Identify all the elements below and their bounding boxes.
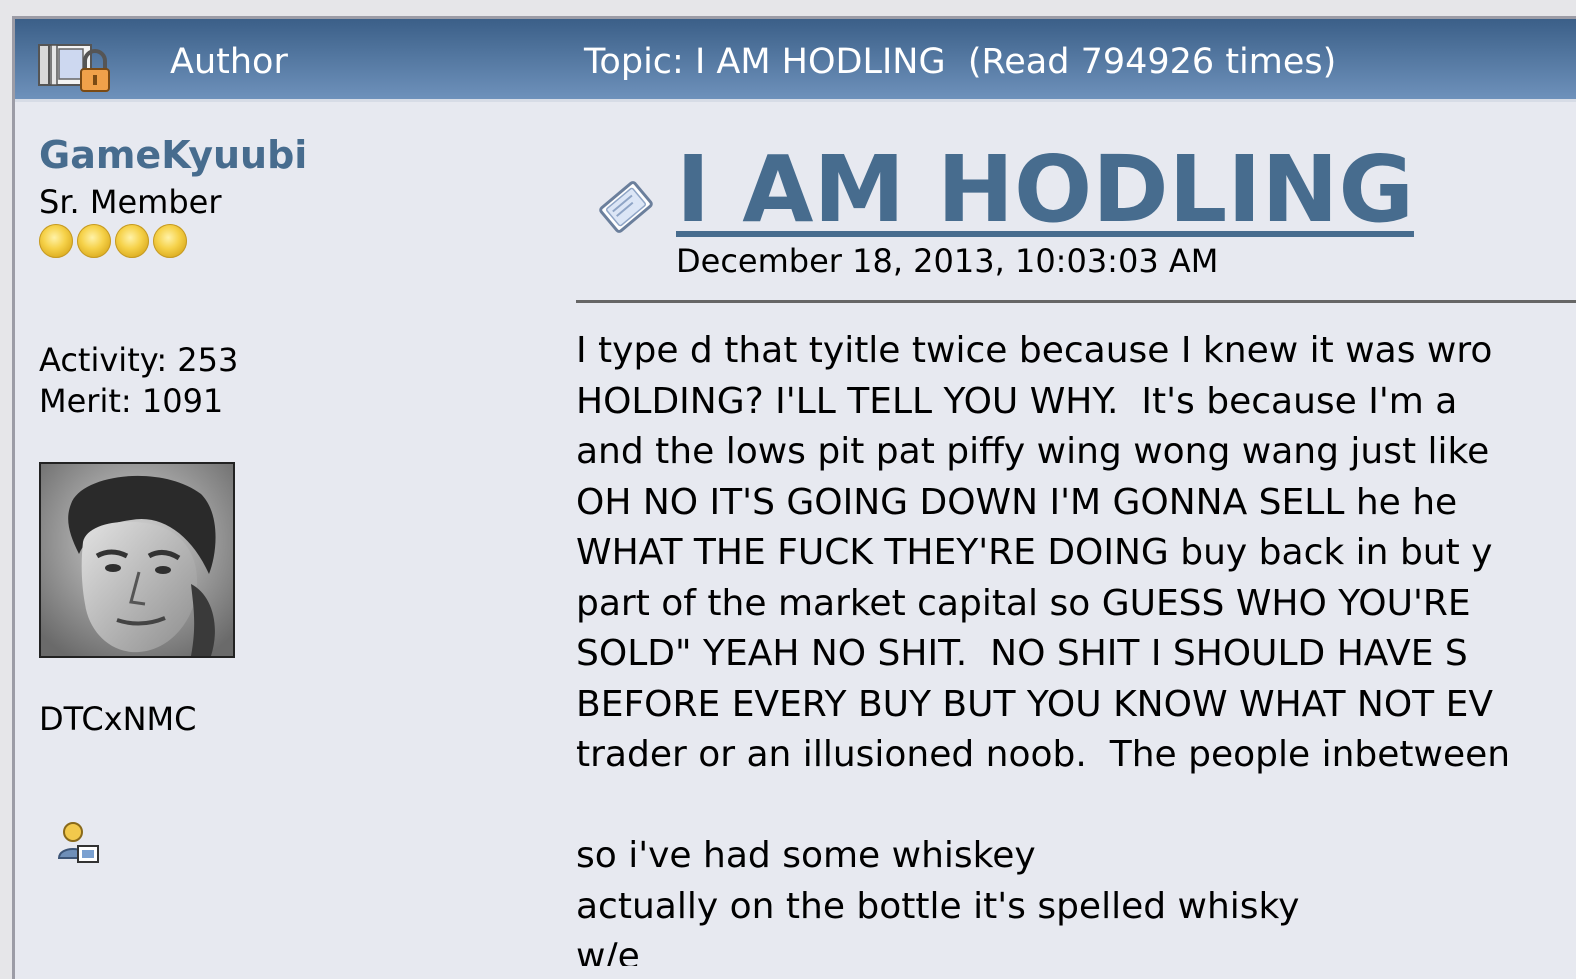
star-icon <box>39 224 73 258</box>
locked-topic-icon <box>38 44 110 92</box>
activity-stat: Activity: 253 <box>39 341 239 379</box>
post-line: part of the market capital so GUESS WHO … <box>576 582 1471 624</box>
poster-rank: Sr. Member <box>39 183 222 221</box>
star-icon <box>115 224 149 258</box>
poster-info: GameKyuubi Sr. Member Activity: 253 Meri… <box>39 130 539 863</box>
post-line: I type d that tyitle twice because I kne… <box>576 330 1493 371</box>
post-line: OH NO IT'S GOING DOWN I'M GONNA SELL he … <box>576 481 1458 523</box>
topic-title: Topic: I AM HODLING (Read 794926 times) <box>584 42 1337 82</box>
author-column-label: Author <box>170 42 288 82</box>
post-date: December 18, 2013, 10:03:03 AM <box>676 242 1219 280</box>
post-line: SOLD" YEAH NO SHIT. NO SHIT I SHOULD HAV… <box>576 633 1468 674</box>
avatar-image <box>41 464 233 656</box>
post-line: and the lows pit pat piffy wing wong wan… <box>576 431 1490 472</box>
post-line: w/e <box>576 936 640 966</box>
post-line: BEFORE EVERY BUY BUT YOU KNOW WHAT NOT E… <box>576 683 1493 725</box>
post-body: I type d that tyitle twice because I kne… <box>576 326 1576 966</box>
post-title-link[interactable]: I AM HODLING <box>676 138 1414 242</box>
star-icon <box>153 224 187 258</box>
merit-stat: Merit: 1091 <box>39 382 224 420</box>
post-line-blank <box>576 781 1576 832</box>
post-line: so i've had some whiskey <box>576 835 1036 876</box>
poster-stats: Activity: 253 Merit: 1091 <box>39 340 238 422</box>
post-divider <box>576 300 1576 303</box>
post-message-icon <box>599 181 653 233</box>
poster-personal-text: DTCxNMC <box>39 700 197 738</box>
topic-header-bar: Author Topic: I AM HODLING (Read 794926 … <box>15 19 1576 102</box>
poster-username-link[interactable]: GameKyuubi <box>39 130 539 180</box>
user-avatar <box>39 462 235 658</box>
post-line: HOLDING? I'LL TELL YOU WHY. It's because… <box>576 380 1458 422</box>
post-line: actually on the bottle it's spelled whis… <box>576 885 1300 927</box>
post-line: WHAT THE FUCK THEY'RE DOING buy back in … <box>576 532 1493 573</box>
post-line: trader or an illusioned noob. The people… <box>576 734 1511 775</box>
user-profile-icon[interactable] <box>56 820 102 866</box>
star-icon <box>77 224 111 258</box>
